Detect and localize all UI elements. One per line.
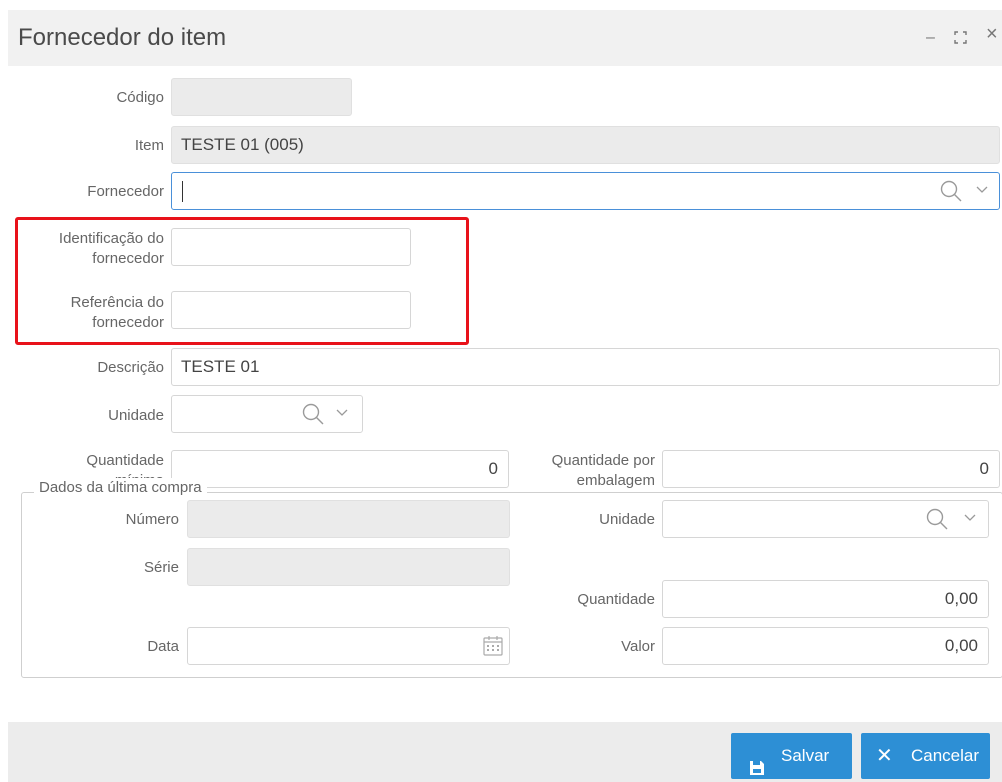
save-icon bbox=[749, 748, 765, 782]
descricao-label: Descrição bbox=[97, 359, 164, 376]
quantidade-minima-label-line1: Quantidade bbox=[86, 452, 164, 469]
chevron-down-icon[interactable] bbox=[336, 409, 348, 417]
search-icon[interactable] bbox=[926, 508, 948, 530]
dialog-title: Fornecedor do item bbox=[18, 24, 227, 51]
quantidade-embalagem-label-line1: Quantidade por bbox=[551, 452, 655, 469]
search-icon[interactable] bbox=[940, 180, 962, 202]
maximize-button[interactable] bbox=[954, 31, 967, 48]
data-input[interactable] bbox=[187, 627, 510, 665]
highlight-box bbox=[15, 217, 469, 345]
cancel-button[interactable]: ✕ Cancelar bbox=[861, 733, 990, 779]
fornecedor-input[interactable] bbox=[171, 172, 1000, 210]
item-field: TESTE 01 (005) bbox=[171, 126, 1000, 164]
ultima-compra-legend: Dados da última compra bbox=[34, 478, 207, 498]
quantidade-embalagem-label-line2: embalagem bbox=[576, 472, 655, 489]
serie-field bbox=[187, 548, 510, 586]
codigo-label: Código bbox=[116, 89, 164, 106]
fornecedor-label: Fornecedor bbox=[87, 183, 164, 200]
save-label: Salvar bbox=[781, 746, 830, 765]
text-caret bbox=[182, 181, 183, 202]
data-label: Data bbox=[147, 638, 179, 655]
save-button[interactable]: Salvar bbox=[731, 733, 852, 779]
codigo-field bbox=[171, 78, 352, 116]
cancel-label: Cancelar bbox=[911, 746, 980, 765]
chevron-down-icon[interactable] bbox=[964, 514, 976, 522]
quantidade-embalagem-input[interactable]: 0 bbox=[662, 450, 1000, 488]
uc-valor-input[interactable]: 0,00 bbox=[662, 627, 989, 665]
minimize-button[interactable]: – bbox=[926, 30, 935, 46]
uc-quantidade-input[interactable]: 0,00 bbox=[662, 580, 989, 618]
title-bar: Fornecedor do item – × bbox=[8, 10, 1002, 66]
unidade-select[interactable] bbox=[171, 395, 363, 433]
unidade-label: Unidade bbox=[108, 407, 164, 424]
serie-label: Série bbox=[143, 559, 179, 576]
numero-label-text: Número bbox=[125, 511, 179, 528]
quantidade-minima-input[interactable]: 0 bbox=[171, 450, 509, 488]
search-icon[interactable] bbox=[302, 403, 324, 425]
calendar-icon[interactable] bbox=[483, 635, 503, 656]
item-label: Item bbox=[134, 137, 164, 154]
close-button[interactable]: × bbox=[986, 24, 998, 44]
descricao-input[interactable]: TESTE 01 bbox=[171, 348, 1000, 386]
close-icon: ✕ bbox=[876, 745, 893, 767]
numero-field bbox=[187, 500, 510, 538]
maximize-icon bbox=[954, 31, 967, 44]
dialog: Fornecedor do item – × Código Item TESTE… bbox=[0, 0, 1002, 782]
chevron-down-icon[interactable] bbox=[976, 186, 988, 194]
uc-unidade-label: Unidade bbox=[599, 511, 655, 528]
quantidade-embalagem-label: Quantidade por embalagem bbox=[516, 451, 655, 491]
uc-quantidade-label: Quantidade bbox=[577, 591, 655, 608]
dialog-footer bbox=[8, 722, 1002, 782]
uc-valor-label: Valor bbox=[621, 638, 655, 655]
